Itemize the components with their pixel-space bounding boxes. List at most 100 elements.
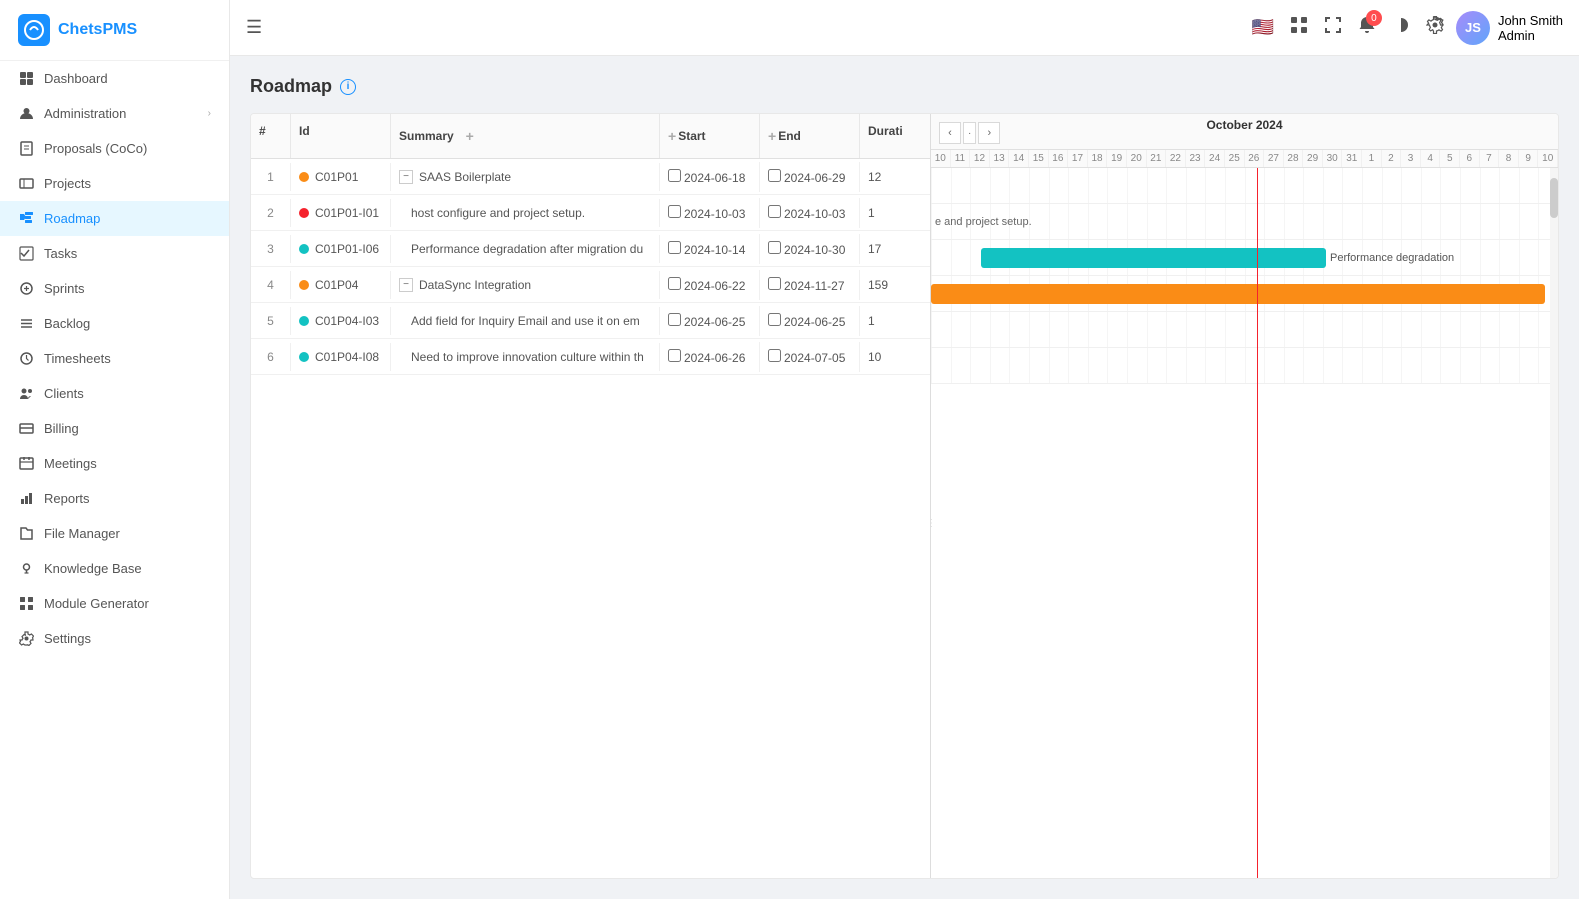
sidebar-item-meetings[interactable]: Meetings	[0, 446, 229, 481]
start-checkbox[interactable]	[668, 349, 681, 362]
collapse-button[interactable]: −	[399, 278, 413, 292]
sidebar-item-proposals[interactable]: Proposals (CoCo)	[0, 131, 229, 166]
hamburger-button[interactable]: ☰	[246, 17, 262, 38]
dark-mode-toggle[interactable]	[1392, 16, 1410, 39]
cell-summary[interactable]: Add field for Inquiry Email and use it o…	[391, 307, 660, 335]
cell-summary[interactable]: − SAAS Boilerplate	[391, 163, 660, 191]
cell-summary[interactable]: Performance degradation after migration …	[391, 235, 660, 263]
cell-end: 2024-07-05	[760, 342, 860, 372]
notification-bell[interactable]: 0	[1358, 16, 1376, 39]
end-checkbox[interactable]	[768, 349, 781, 362]
end-checkbox[interactable]	[768, 205, 781, 218]
cell-start: 2024-10-03	[660, 198, 760, 228]
grid-line	[1323, 168, 1324, 203]
resize-handle[interactable]: ⋮	[931, 168, 934, 878]
sidebar-item-roadmap[interactable]: Roadmap	[0, 201, 229, 236]
cell-summary[interactable]: − DataSync Integration	[391, 271, 660, 299]
sidebar-label-projects: Projects	[44, 176, 91, 191]
start-checkbox[interactable]	[668, 205, 681, 218]
sidebar-item-module-generator[interactable]: Module Generator	[0, 586, 229, 621]
gantt-day-cell: 26	[1245, 150, 1265, 167]
grid-line	[1538, 204, 1539, 239]
gantt-prev-button[interactable]: ‹	[939, 122, 961, 144]
grid-line	[1499, 240, 1500, 275]
sidebar-item-sprints[interactable]: Sprints	[0, 271, 229, 306]
start-checkbox[interactable]	[668, 169, 681, 182]
gantt-days-row: 1011121314151617181920212223242526272829…	[931, 150, 1558, 168]
end-checkbox[interactable]	[768, 313, 781, 326]
scrollbar[interactable]	[1550, 168, 1558, 878]
gear-icon[interactable]	[1426, 16, 1444, 39]
grid-line	[990, 312, 991, 347]
grid-line	[1088, 168, 1089, 203]
grid-line	[951, 168, 952, 203]
collapse-button[interactable]: −	[399, 170, 413, 184]
grid-line	[1107, 168, 1108, 203]
cell-end: 2024-06-25	[760, 306, 860, 336]
sidebar-item-tasks[interactable]: Tasks	[0, 236, 229, 271]
sidebar-item-dashboard[interactable]: Dashboard	[0, 61, 229, 96]
grid-line	[1499, 204, 1500, 239]
end-checkbox[interactable]	[768, 241, 781, 254]
col-num: #	[251, 114, 291, 158]
end-add-icon[interactable]: +	[768, 128, 776, 144]
col-start: + Start	[660, 114, 760, 158]
app-logo[interactable]: ChetsPMS	[0, 0, 229, 61]
cell-summary[interactable]: host configure and project setup.	[391, 199, 660, 227]
grid-line	[1166, 312, 1167, 347]
apps-icon[interactable]	[1290, 16, 1308, 39]
grid-line	[1225, 312, 1226, 347]
fullscreen-icon[interactable]	[1324, 16, 1342, 39]
grid-line	[1538, 312, 1539, 347]
sidebar-item-billing[interactable]: Billing	[0, 411, 229, 446]
add-column-button[interactable]: +	[458, 124, 482, 148]
grid-line	[1401, 204, 1402, 239]
grid-line	[1166, 204, 1167, 239]
end-checkbox[interactable]	[768, 277, 781, 290]
grid-line	[1186, 312, 1187, 347]
sidebar-item-timesheets[interactable]: Timesheets	[0, 341, 229, 376]
sidebar: ChetsPMS Dashboard Administration ›	[0, 0, 230, 899]
grid-line	[1460, 240, 1461, 275]
sidebar-item-backlog[interactable]: Backlog	[0, 306, 229, 341]
gantt-today-button[interactable]: ·	[963, 122, 976, 144]
grid-line	[1166, 348, 1167, 383]
grid-line	[1519, 240, 1520, 275]
chevron-right-icon: ›	[208, 108, 211, 119]
sidebar-item-clients[interactable]: Clients	[0, 376, 229, 411]
grid-line	[1362, 348, 1363, 383]
info-icon[interactable]: i	[340, 79, 356, 95]
start-add-icon[interactable]: +	[668, 128, 676, 144]
start-checkbox[interactable]	[668, 277, 681, 290]
end-checkbox[interactable]	[768, 169, 781, 182]
grid-line	[1499, 168, 1500, 203]
grid-line	[1303, 204, 1304, 239]
grid-line	[1068, 348, 1069, 383]
sidebar-item-knowledge-base[interactable]: Knowledge Base	[0, 551, 229, 586]
cell-summary[interactable]: Need to improve innovation culture withi…	[391, 343, 660, 371]
avatar: JS	[1456, 11, 1490, 45]
sidebar-item-reports[interactable]: Reports	[0, 481, 229, 516]
sidebar-item-file-manager[interactable]: File Manager	[0, 516, 229, 551]
today-line	[1257, 168, 1258, 878]
gantt-body: e and project setup.Performance degradat…	[931, 168, 1558, 878]
cell-num: 5	[251, 307, 291, 335]
sidebar-item-administration[interactable]: Administration ›	[0, 96, 229, 131]
gantt-day-cell: 15	[1029, 150, 1049, 167]
sidebar-item-settings[interactable]: Settings	[0, 621, 229, 656]
language-selector[interactable]: 🇺🇸	[1252, 17, 1274, 38]
scrollbar-thumb[interactable]	[1550, 178, 1558, 218]
grid-line	[970, 240, 971, 275]
grid-line	[1186, 348, 1187, 383]
user-profile[interactable]: JS John Smith Admin	[1456, 11, 1563, 45]
grid-line	[1225, 204, 1226, 239]
grid-line	[990, 348, 991, 383]
start-checkbox[interactable]	[668, 241, 681, 254]
grid-line	[1088, 204, 1089, 239]
gantt-next-button[interactable]: ›	[978, 122, 1000, 144]
sidebar-item-projects[interactable]: Projects	[0, 166, 229, 201]
logo-icon	[18, 14, 50, 46]
cell-duration: 1	[860, 199, 930, 227]
grid-line	[1205, 204, 1206, 239]
start-checkbox[interactable]	[668, 313, 681, 326]
